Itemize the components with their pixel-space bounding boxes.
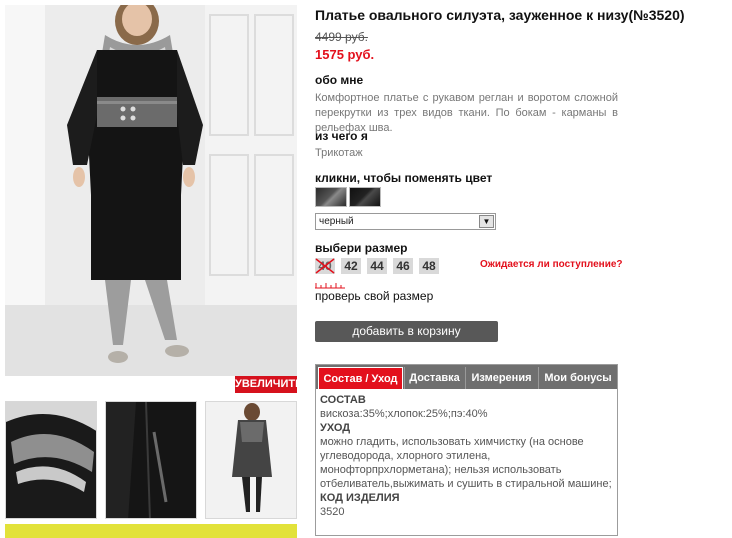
tab-delivery[interactable]: Доставка (404, 367, 464, 389)
chevron-down-icon[interactable]: ▼ (479, 215, 494, 228)
size-heading: выбери размер (315, 241, 408, 255)
swatch-black[interactable] (349, 187, 381, 207)
add-to-cart-button[interactable]: добавить в корзину (315, 321, 498, 342)
swatch-grey-black[interactable] (315, 187, 347, 207)
tab-bonuses[interactable]: Мои бонусы (538, 367, 617, 389)
size-40-unavailable: 40 (315, 258, 335, 274)
new-price: 1575 руб. (315, 47, 375, 62)
ruler-icon (315, 283, 345, 289)
tab-composition[interactable]: Состав / Уход (318, 367, 403, 389)
code-text: 3520 (320, 506, 345, 518)
zoom-button[interactable]: УВЕЛИЧИТЬ (235, 376, 303, 393)
thumbnail-collar[interactable] (5, 401, 97, 519)
main-product-photo[interactable] (5, 5, 297, 376)
size-42-button[interactable]: 42 (341, 258, 361, 274)
tab-content: СОСТАВ вискоза:35%;хлопок:25%;пэ:40% УХО… (320, 393, 612, 519)
waiting-link[interactable]: Ожидается ли поступление? (480, 259, 623, 270)
thumbnail-back[interactable] (205, 401, 297, 519)
color-select[interactable]: черный ▼ (315, 213, 496, 230)
code-heading: КОД ИЗДЕЛИЯ (320, 492, 400, 504)
thumbnail-strip (5, 401, 297, 519)
info-tab-panel: Состав / Уход Доставка Измерения Мои бон… (315, 364, 618, 536)
material-text: Трикотаж (315, 147, 363, 159)
tab-bar: Состав / Уход Доставка Измерения Мои бон… (316, 365, 617, 389)
tab-measurements[interactable]: Измерения (465, 367, 537, 389)
size-46-button[interactable]: 46 (393, 258, 413, 274)
promo-banner[interactable] (5, 524, 297, 538)
thumbnail-pocket[interactable] (105, 401, 197, 519)
size-44-button[interactable]: 44 (367, 258, 387, 274)
care-heading: УХОД (320, 422, 351, 434)
strike-icon (315, 258, 335, 274)
about-heading: обо мне (315, 73, 364, 87)
composition-text: вискоза:35%;хлопок:25%;пэ:40% (320, 408, 488, 420)
size-48-button[interactable]: 48 (419, 258, 439, 274)
material-heading: из чего я (315, 129, 368, 143)
color-select-value: черный (319, 216, 354, 227)
product-title: Платье овального силуэта, зауженное к ни… (315, 7, 685, 23)
composition-heading: СОСТАВ (320, 394, 366, 406)
old-price: 4499 руб. (315, 30, 368, 44)
color-heading: кликни, чтобы поменять цвет (315, 171, 493, 185)
care-text: можно гладить, использовать химчистку (н… (320, 436, 612, 490)
check-size-link[interactable]: проверь свой размер (315, 289, 433, 303)
